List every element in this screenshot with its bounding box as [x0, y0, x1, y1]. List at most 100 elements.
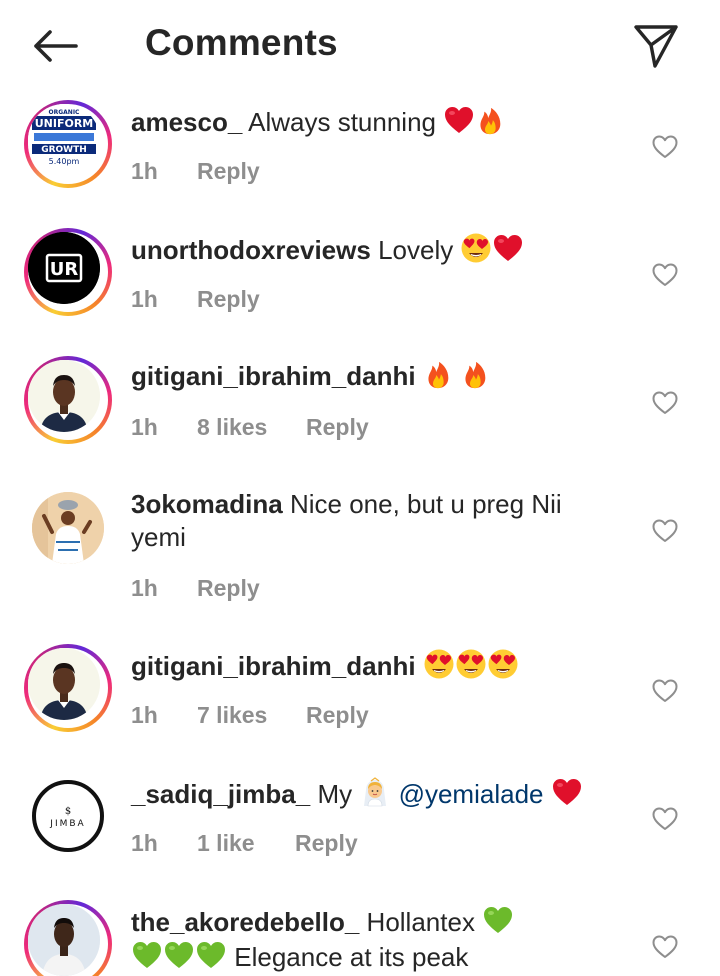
mention-link[interactable]: @yemialade: [399, 779, 544, 809]
bride-emoji: [359, 776, 391, 808]
like-button[interactable]: [648, 802, 682, 836]
comment-item: UR unorthodoxreviews Lovely 1h Reply: [0, 228, 720, 348]
comment-body: Hollantex: [366, 907, 475, 937]
comment-body: Lovely: [378, 235, 454, 265]
top-app-bar: Comments: [0, 0, 720, 92]
reply-button[interactable]: Reply: [295, 830, 358, 857]
comment-item: $ JIMBA _sadiq_jimba_ My @yemialade 1h 1…: [0, 772, 720, 892]
comment-body-line2: yemi: [131, 522, 186, 552]
paper-plane-icon: [634, 25, 678, 68]
heart-eyes-emoji: [455, 648, 487, 680]
arrow-left-icon: [34, 30, 78, 62]
comment-meta: 1h Reply: [131, 286, 260, 313]
comment-item: gitigani_ibrahim_danhi 1h 7 likes Reply: [0, 644, 720, 764]
svg-text:ORGANIC: ORGANIC: [49, 109, 81, 116]
back-button[interactable]: [28, 22, 84, 70]
page-title: Comments: [145, 22, 338, 63]
green-heart-emoji: [163, 939, 195, 971]
svg-text:GROWTH: GROWTH: [41, 145, 87, 155]
fire-emoji: [460, 360, 490, 390]
reply-button[interactable]: Reply: [197, 575, 260, 602]
heart-outline-icon: [652, 935, 678, 958]
comment-likes[interactable]: 1 like: [197, 830, 295, 857]
comment-body: My: [317, 779, 353, 809]
heart-eyes-emoji: [487, 648, 519, 680]
red-heart-emoji: [551, 776, 583, 808]
reply-button[interactable]: Reply: [197, 286, 260, 313]
fire-emoji: [423, 360, 453, 390]
comment-item: the_akoredebello_ Hollantex Elegance at …: [0, 900, 720, 976]
heart-outline-icon: [652, 263, 678, 286]
comment-body-line2: Elegance at its peak: [234, 942, 469, 972]
like-button[interactable]: [648, 386, 682, 420]
avatar[interactable]: ORGANIC UNIFORM GROWTH 5.40pm: [24, 100, 112, 188]
heart-outline-icon: [652, 679, 678, 702]
like-button[interactable]: [648, 930, 682, 964]
red-heart-emoji: [443, 104, 475, 136]
comment-meta: 1h 8 likes Reply: [131, 414, 369, 441]
like-button[interactable]: [648, 514, 682, 548]
green-heart-emoji: [195, 939, 227, 971]
comment-item: ORGANIC UNIFORM GROWTH 5.40pm amesco_ Al…: [0, 100, 720, 220]
comment-text: unorthodoxreviews Lovely: [131, 232, 631, 267]
avatar[interactable]: $ JIMBA: [24, 772, 112, 860]
avatar[interactable]: UR: [24, 228, 112, 316]
comment-meta: 1h 1 like Reply: [131, 830, 358, 857]
heart-eyes-emoji: [423, 648, 455, 680]
comment-likes[interactable]: 7 likes: [197, 702, 306, 729]
like-button[interactable]: [648, 258, 682, 292]
comment-item: gitigani_ibrahim_danhi 1h 8 likes Reply: [0, 356, 720, 476]
green-heart-emoji: [482, 904, 514, 936]
comment-text: _sadiq_jimba_ My @yemialade: [131, 776, 631, 811]
comment-username[interactable]: _sadiq_jimba_: [131, 779, 310, 809]
comment-time: 1h: [131, 414, 158, 440]
comment-time: 1h: [131, 830, 158, 856]
avatar[interactable]: [24, 356, 112, 444]
like-button[interactable]: [648, 130, 682, 164]
comment-time: 1h: [131, 575, 158, 601]
comment-time: 1h: [131, 702, 158, 728]
fire-emoji: [475, 106, 505, 136]
heart-outline-icon: [652, 519, 678, 542]
red-heart-emoji: [492, 232, 524, 264]
comment-time: 1h: [131, 158, 158, 184]
comment-username[interactable]: amesco_: [131, 107, 242, 137]
reply-button[interactable]: Reply: [197, 158, 260, 185]
reply-button[interactable]: Reply: [306, 414, 369, 441]
avatar[interactable]: [24, 644, 112, 732]
svg-text:UNIFORM: UNIFORM: [35, 117, 94, 130]
avatar[interactable]: [24, 900, 112, 976]
comment-list: ORGANIC UNIFORM GROWTH 5.40pm amesco_ Al…: [0, 92, 720, 976]
comment-text: gitigani_ibrahim_danhi: [131, 648, 631, 683]
comment-likes[interactable]: 8 likes: [197, 414, 306, 441]
comment-item: 3okomadina Nice one, but u preg Nii yemi…: [0, 484, 720, 634]
green-heart-emoji: [131, 939, 163, 971]
comment-meta: 1h 7 likes Reply: [131, 702, 369, 729]
comment-username[interactable]: the_akoredebello_: [131, 907, 359, 937]
comment-username[interactable]: unorthodoxreviews: [131, 235, 371, 265]
comment-username[interactable]: gitigani_ibrahim_danhi: [131, 361, 416, 391]
comment-body: Nice one, but u preg Nii: [289, 489, 562, 519]
comment-meta: 1h Reply: [131, 158, 260, 185]
comment-text: the_akoredebello_ Hollantex Elegance at …: [131, 904, 631, 974]
reply-button[interactable]: Reply: [306, 702, 369, 729]
svg-text:5.40pm: 5.40pm: [49, 157, 80, 166]
comment-username[interactable]: gitigani_ibrahim_danhi: [131, 651, 416, 681]
like-button[interactable]: [648, 674, 682, 708]
heart-eyes-emoji: [460, 232, 492, 264]
comment-text: amesco_ Always stunning: [131, 104, 631, 139]
heart-outline-icon: [652, 391, 678, 414]
comment-meta: 1h Reply: [131, 575, 260, 602]
svg-text:UR: UR: [50, 259, 79, 280]
comment-username[interactable]: 3okomadina: [131, 489, 283, 519]
share-button[interactable]: [628, 18, 684, 74]
comment-text: 3okomadina Nice one, but u preg Nii yemi: [131, 488, 631, 554]
comment-time: 1h: [131, 286, 158, 312]
comment-body: Always stunning: [248, 107, 436, 137]
svg-text:$: $: [65, 806, 71, 817]
heart-outline-icon: [652, 135, 678, 158]
avatar[interactable]: [24, 484, 112, 572]
heart-outline-icon: [652, 807, 678, 830]
comment-text: gitigani_ibrahim_danhi: [131, 360, 631, 393]
svg-text:JIMBA: JIMBA: [49, 819, 85, 829]
